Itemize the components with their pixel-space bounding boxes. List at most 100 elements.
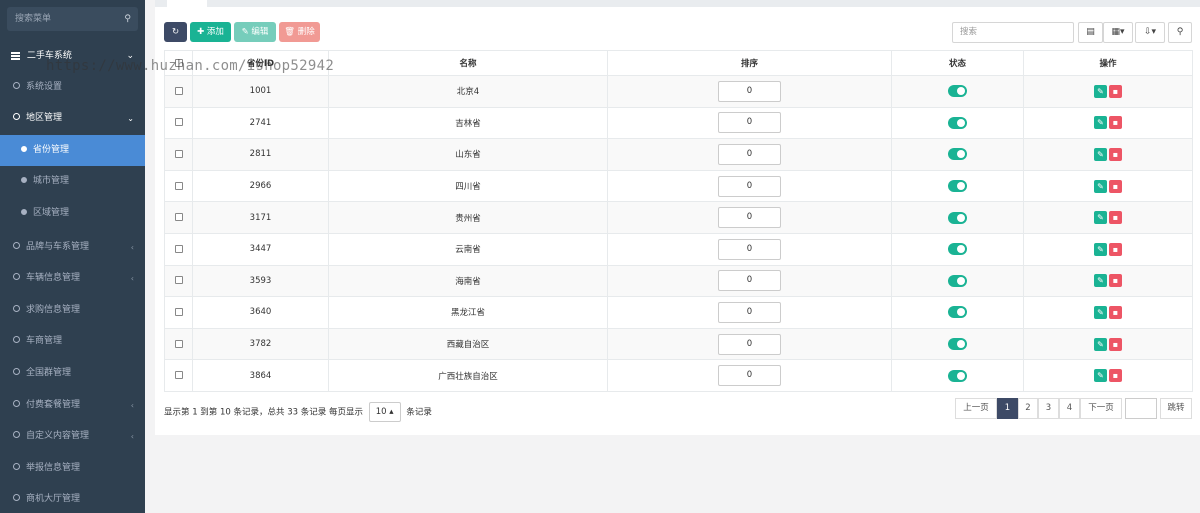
edit-row-button[interactable]: ✎ bbox=[1094, 147, 1107, 161]
edit-row-button[interactable]: ✎ bbox=[1094, 242, 1107, 256]
table-row[interactable]: 3864 广西壮族自治区 0 ✎ ▪ bbox=[164, 359, 1193, 392]
row-checkbox[interactable] bbox=[174, 371, 183, 380]
page-1-button[interactable]: 1 bbox=[997, 398, 1018, 419]
status-toggle[interactable] bbox=[948, 211, 967, 224]
sort-input[interactable]: 0 bbox=[718, 333, 781, 355]
delete-row-button[interactable]: ▪ bbox=[1109, 84, 1122, 98]
page-4-button[interactable]: 4 bbox=[1059, 398, 1080, 419]
sidebar-item[interactable]: 区域管理 bbox=[0, 198, 145, 229]
next-page-button[interactable]: 下一页 bbox=[1080, 398, 1122, 419]
sort-input[interactable]: 0 bbox=[718, 80, 781, 102]
sidebar-item[interactable]: 求购信息管理 bbox=[0, 295, 145, 326]
page-size-select[interactable]: 10 ▴ bbox=[368, 402, 401, 422]
row-select-cell[interactable] bbox=[164, 106, 193, 140]
row-checkbox[interactable] bbox=[174, 244, 183, 253]
add-button[interactable]: ✚ 添加 bbox=[190, 22, 231, 42]
sidebar-item[interactable]: 城市管理 bbox=[0, 166, 145, 197]
row-select-cell[interactable] bbox=[164, 296, 193, 329]
prev-page-button[interactable]: 上一页 bbox=[955, 398, 997, 419]
sidebar-item[interactable]: 车商管理 bbox=[0, 326, 145, 357]
row-checkbox[interactable] bbox=[174, 276, 183, 285]
row-checkbox[interactable] bbox=[174, 118, 183, 127]
delete-row-button[interactable]: ▪ bbox=[1109, 305, 1122, 319]
row-select-cell[interactable] bbox=[164, 264, 193, 298]
delete-row-button[interactable]: ▪ bbox=[1109, 242, 1122, 256]
col-header-status[interactable]: 状态 bbox=[891, 50, 1024, 76]
edit-row-button[interactable]: ✎ bbox=[1094, 337, 1107, 351]
row-select-cell[interactable] bbox=[164, 169, 193, 203]
status-toggle[interactable] bbox=[948, 338, 967, 351]
sort-input[interactable]: 0 bbox=[718, 238, 781, 260]
table-row[interactable]: 3447 云南省 0 ✎ ▪ bbox=[164, 232, 1193, 266]
status-toggle[interactable] bbox=[948, 306, 967, 319]
delete-row-button[interactable]: ▪ bbox=[1109, 116, 1122, 130]
search-icon[interactable]: ⚲ bbox=[124, 7, 131, 31]
status-toggle[interactable] bbox=[948, 243, 967, 256]
sidebar-item[interactable]: 车辆信息管理 ‹ bbox=[0, 263, 145, 294]
row-checkbox[interactable] bbox=[174, 181, 183, 190]
edit-row-button[interactable]: ✎ bbox=[1094, 305, 1107, 319]
sort-input[interactable]: 0 bbox=[718, 112, 781, 134]
edit-row-button[interactable]: ✎ bbox=[1094, 274, 1107, 288]
sidebar-item[interactable]: 举报信息管理 bbox=[0, 453, 145, 484]
edit-row-button[interactable]: ✎ bbox=[1094, 179, 1107, 193]
table-row[interactable]: 3782 西藏自治区 0 ✎ ▪ bbox=[164, 327, 1193, 361]
jump-button[interactable]: 跳转 bbox=[1160, 398, 1192, 419]
jump-page-input[interactable] bbox=[1125, 398, 1157, 419]
row-checkbox[interactable] bbox=[174, 339, 183, 348]
sidebar-item[interactable]: 商机大厅管理 bbox=[0, 484, 145, 513]
sidebar-item[interactable]: 自定义内容管理 ‹ bbox=[0, 421, 145, 452]
row-checkbox[interactable] bbox=[174, 307, 183, 316]
row-checkbox[interactable] bbox=[174, 86, 183, 95]
sort-input[interactable]: 0 bbox=[718, 143, 781, 165]
delete-row-button[interactable]: ▪ bbox=[1109, 274, 1122, 288]
sidebar-item[interactable]: 系统设置 bbox=[0, 72, 145, 103]
table-row[interactable]: 1001 北京4 0 ✎ ▪ bbox=[164, 75, 1193, 108]
edit-row-button[interactable]: ✎ bbox=[1094, 116, 1107, 130]
sort-input[interactable]: 0 bbox=[718, 301, 781, 323]
delete-row-button[interactable]: ▪ bbox=[1109, 147, 1122, 161]
page-2-button[interactable]: 2 bbox=[1018, 398, 1038, 419]
table-row[interactable]: 2811 山东省 0 ✎ ▪ bbox=[164, 138, 1193, 171]
col-header-sort[interactable]: 排序 bbox=[607, 50, 892, 76]
edit-row-button[interactable]: ✎ bbox=[1094, 369, 1107, 383]
refresh-button[interactable]: ↻ bbox=[164, 22, 187, 42]
col-header-name[interactable]: 名称 bbox=[328, 50, 608, 76]
row-checkbox[interactable] bbox=[174, 213, 183, 222]
status-toggle[interactable] bbox=[948, 148, 967, 161]
menu-search-input[interactable]: 搜索菜单 ⚲ bbox=[7, 7, 138, 31]
sort-input[interactable]: 0 bbox=[718, 207, 781, 229]
delete-row-button[interactable]: ▪ bbox=[1109, 179, 1122, 193]
sort-input[interactable]: 0 bbox=[718, 175, 781, 197]
tab-active[interactable] bbox=[167, 0, 207, 7]
sidebar-item[interactable]: 省份管理 bbox=[0, 135, 145, 166]
row-select-cell[interactable] bbox=[164, 232, 193, 266]
table-row[interactable]: 3640 黑龙江省 0 ✎ ▪ bbox=[164, 296, 1193, 329]
row-checkbox[interactable] bbox=[174, 149, 183, 158]
status-toggle[interactable] bbox=[948, 116, 967, 129]
status-toggle[interactable] bbox=[948, 180, 967, 193]
row-select-cell[interactable] bbox=[164, 75, 193, 108]
sidebar-item[interactable]: 地区管理 ⌄ bbox=[0, 103, 145, 134]
sort-input[interactable]: 0 bbox=[718, 365, 781, 387]
search-toggle-button[interactable]: ⚲ bbox=[1168, 22, 1192, 43]
table-search-input[interactable]: 搜索 bbox=[952, 22, 1074, 43]
table-row[interactable]: 3171 贵州省 0 ✎ ▪ bbox=[164, 201, 1193, 234]
status-toggle[interactable] bbox=[948, 274, 967, 287]
edit-button[interactable]: ✎ 编辑 bbox=[234, 22, 276, 42]
delete-button[interactable]: 🗑 删除 bbox=[279, 22, 320, 42]
delete-row-button[interactable]: ▪ bbox=[1109, 337, 1122, 351]
status-toggle[interactable] bbox=[948, 369, 967, 382]
row-select-cell[interactable] bbox=[164, 201, 193, 234]
row-select-cell[interactable] bbox=[164, 327, 193, 361]
sort-input[interactable]: 0 bbox=[718, 270, 781, 292]
export-button[interactable]: ⇩▾ bbox=[1135, 22, 1165, 43]
page-3-button[interactable]: 3 bbox=[1038, 398, 1059, 419]
table-row[interactable]: 3593 海南省 0 ✎ ▪ bbox=[164, 264, 1193, 298]
table-row[interactable]: 2741 吉林省 0 ✎ ▪ bbox=[164, 106, 1193, 140]
sidebar-item[interactable]: 品牌与车系管理 ‹ bbox=[0, 232, 145, 263]
columns-button[interactable]: ▦▾ bbox=[1103, 22, 1133, 43]
delete-row-button[interactable]: ▪ bbox=[1109, 369, 1122, 383]
row-select-cell[interactable] bbox=[164, 138, 193, 171]
table-row[interactable]: 2966 四川省 0 ✎ ▪ bbox=[164, 169, 1193, 203]
